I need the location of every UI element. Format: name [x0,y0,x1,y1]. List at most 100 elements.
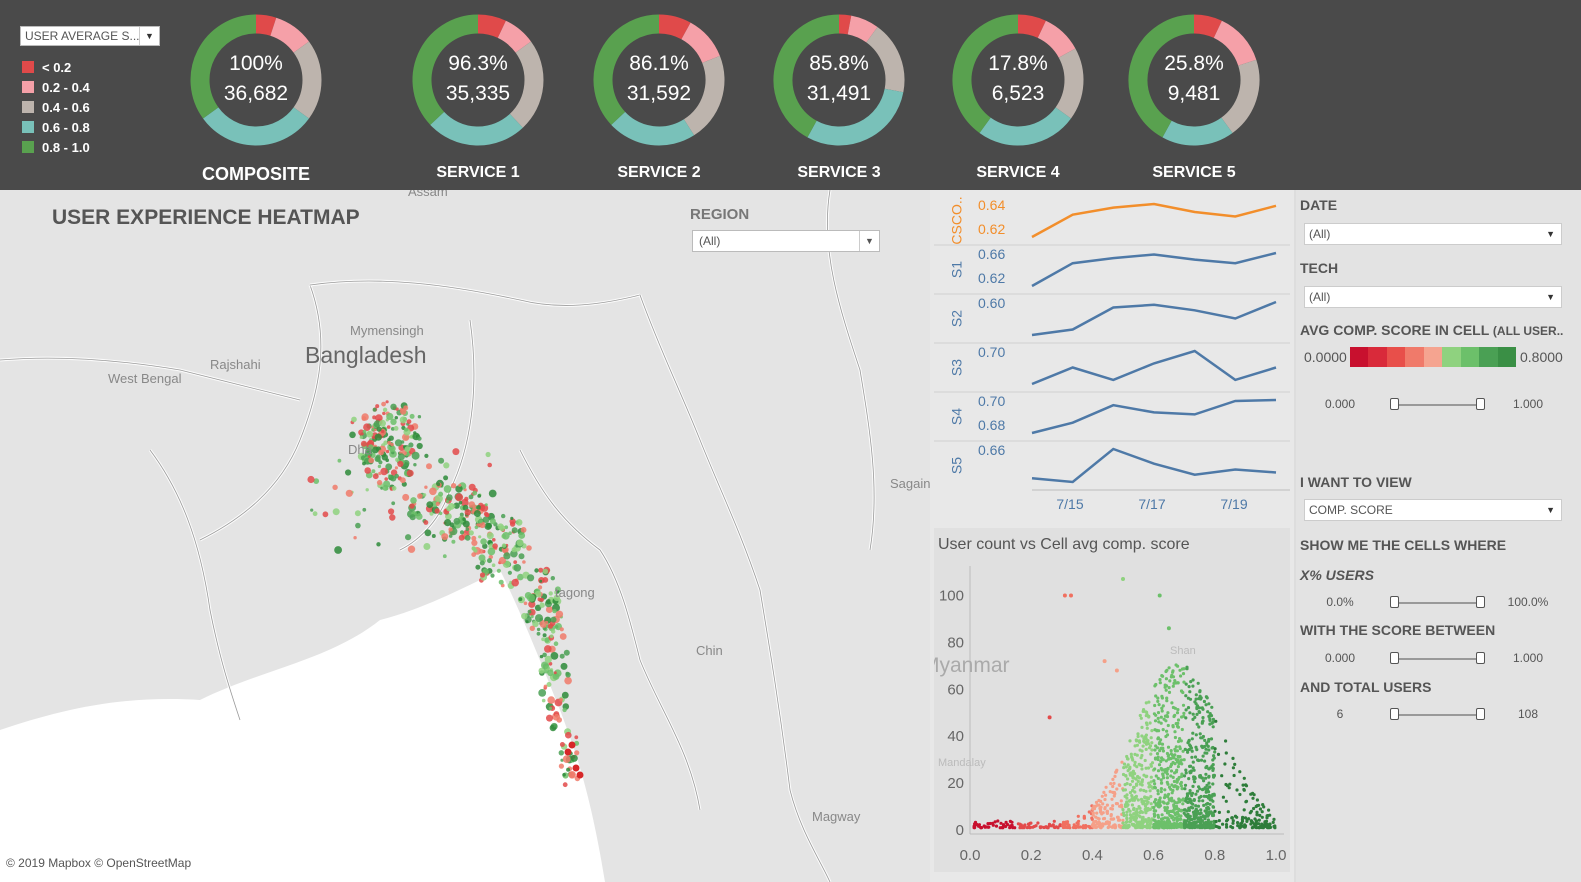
scatter-point [1144,721,1149,725]
slider-max-handle[interactable] [1476,652,1485,664]
donut-ring[interactable] [591,12,727,148]
scatter-point [1147,785,1151,789]
scatter-point [1158,681,1162,685]
scatter-point [1006,823,1010,827]
donut-ring[interactable] [1126,12,1262,148]
donut-service-4[interactable]: 17.8% 6,523 SERVICE 4 [950,12,1086,190]
heatmap-map[interactable]: USER EXPERIENCE HEATMAP REGION (All) ▼ B… [0,190,930,882]
gradient-step [1497,347,1516,367]
slider-track[interactable] [1394,404,1480,406]
slider-track[interactable] [1394,714,1480,716]
map-cell-point [353,536,357,540]
scatter-point [1267,808,1271,812]
map-cell-point [389,514,396,521]
map-cell-point [551,629,556,634]
map-cell-point [563,649,570,656]
map-cell-point [510,516,514,520]
slider-max-handle[interactable] [1476,398,1485,410]
scatter-point [1159,787,1163,791]
scatter-point [1217,826,1221,830]
pct-users-slider[interactable]: 0.0% 100.0% [1300,593,1570,611]
series-label: CSCO.. [949,196,965,244]
color-by-dropdown[interactable]: USER AVERAGE S... ▼ [20,26,160,46]
slider-min-handle[interactable] [1390,652,1399,664]
slider-max-handle[interactable] [1476,708,1485,720]
map-cell-point [404,427,409,432]
map-cell-point [416,442,423,450]
scatter-point [1159,715,1163,719]
donut-service-2[interactable]: 86.1% 31,592 SERVICE 2 [591,12,727,190]
map-cell-point [334,546,342,554]
legend-item[interactable]: 0.2 - 0.4 [22,77,90,97]
scatter-point [1188,791,1192,795]
legend-swatch [22,101,34,113]
view-dropdown[interactable]: COMP. SCORE ▼ [1304,499,1562,521]
donut-ring[interactable] [410,12,546,148]
scatter-point [1172,681,1176,685]
scatter-point [1147,781,1151,785]
scatter-point [1161,773,1165,778]
map-cell-point [423,543,431,550]
tech-dropdown[interactable]: (All) ▼ [1304,286,1562,308]
scatter-point [1190,749,1194,753]
region-dropdown[interactable]: (All) ▼ [692,230,880,252]
donut-composite[interactable]: 100% 36,682 COMPOSITE [188,12,324,190]
slider-min-handle[interactable] [1390,398,1399,410]
scatter-point [1148,789,1152,793]
map-cell-point [423,520,429,525]
donut-ring[interactable] [950,12,1086,148]
scatter-point [1121,808,1125,812]
scatter-point [1171,788,1175,793]
scatter-point [1191,712,1195,716]
scatter-point [1137,739,1141,743]
slider-max-handle[interactable] [1476,596,1485,608]
donut-service-3[interactable]: 85.8% 31,491 SERVICE 3 [771,12,907,190]
scatter-point [1156,757,1160,762]
scatter-point [1193,700,1197,704]
scatter-point [1157,763,1162,767]
map-cell-point [535,614,543,623]
donut-service-1[interactable]: 96.3% 35,335 SERVICE 1 [410,12,546,190]
scatter-point [1140,753,1144,758]
scatter-point [1149,736,1153,740]
map-cell-point [542,633,547,638]
scatter-point [1180,715,1184,719]
donut-service-5[interactable]: 25.8% 9,481 SERVICE 5 [1126,12,1262,190]
map-cell-point [424,485,428,489]
total-users-slider[interactable]: 6 108 [1300,705,1570,723]
map-cell-point [484,512,490,518]
slider-track[interactable] [1394,602,1480,604]
legend-item[interactable]: 0.4 - 0.6 [22,97,90,117]
score-between-slider[interactable]: 0.000 1.000 [1300,649,1570,667]
map-cell-point [568,771,576,779]
scatter-point [1184,771,1188,775]
scatter-point [1105,811,1109,815]
scatter-point [1160,822,1164,827]
map-cell-point [434,508,440,514]
donut-slice [497,20,531,54]
scatter-point [1180,772,1184,776]
date-dropdown[interactable]: (All) ▼ [1304,223,1562,245]
map-cell-point [387,440,392,445]
donut-ring[interactable] [771,12,907,148]
map-canvas[interactable] [0,190,930,882]
scatter-point [1202,803,1206,807]
map-cell-point [388,435,394,441]
slider-track[interactable] [1394,658,1480,660]
legend-item[interactable]: < 0.2 [22,57,90,77]
legend-item[interactable]: 0.6 - 0.8 [22,117,90,137]
scatter-point [1166,711,1170,715]
scatter-point [1185,667,1189,671]
scatter-point [1186,750,1190,754]
scatter-point [1186,696,1190,700]
donut-ring[interactable] [188,12,324,148]
scatter-point [1255,804,1259,808]
slider-min-handle[interactable] [1390,596,1399,608]
map-cell-point [417,436,422,441]
scatter-point [1125,817,1129,821]
map-attribution[interactable]: © 2019 Mapbox © OpenStreetMap [6,856,191,870]
slider-min-handle[interactable] [1390,708,1399,720]
avg-score-slider[interactable]: 0.000 1.000 [1300,395,1570,413]
legend-item[interactable]: 0.8 - 1.0 [22,137,90,157]
scatter-point [1109,813,1113,817]
